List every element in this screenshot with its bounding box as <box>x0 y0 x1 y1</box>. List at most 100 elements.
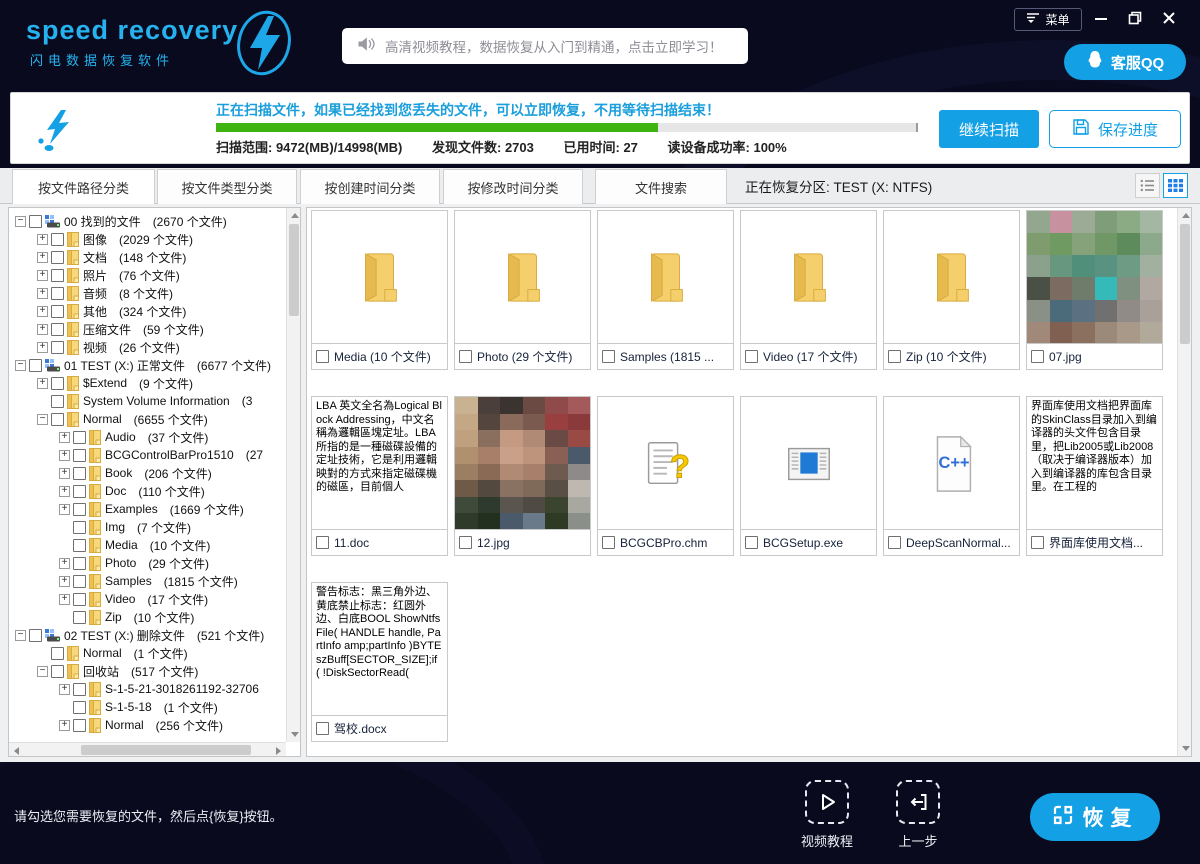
file-card[interactable]: Media (10 个文件) <box>311 210 448 370</box>
tree-item-checkbox[interactable] <box>73 701 86 714</box>
tree-expander-icon[interactable]: − <box>37 666 48 677</box>
file-checkbox[interactable] <box>888 536 901 549</box>
customer-service-qq-button[interactable]: 客服QQ <box>1064 44 1186 80</box>
save-progress-button[interactable]: 保存进度 <box>1049 110 1181 148</box>
tree-item-checkbox[interactable] <box>73 521 86 534</box>
tree-item[interactable]: + 音频 (8 个文件) <box>11 284 284 302</box>
tree-item[interactable]: + S-1-5-21-3018261192-32706 <box>11 680 284 698</box>
continue-scan-button[interactable]: 继续扫描 <box>939 110 1039 148</box>
tab-by-file-path[interactable]: 按文件路径分类 <box>12 169 155 205</box>
tree-item-checkbox[interactable] <box>51 395 64 408</box>
tree-expander-icon[interactable]: + <box>59 468 70 479</box>
tab-by-modify-time[interactable]: 按修改时间分类 <box>443 169 583 204</box>
tree-item-checkbox[interactable] <box>73 431 86 444</box>
tree-item[interactable]: S-1-5-18 (1 个文件) <box>11 698 284 716</box>
tree-item[interactable]: − Normal (6655 个文件) <box>11 410 284 428</box>
tree-item[interactable]: + 文档 (148 个文件) <box>11 248 284 266</box>
file-checkbox[interactable] <box>745 350 758 363</box>
file-checkbox[interactable] <box>745 536 758 549</box>
tree-horizontal-scrollbar[interactable] <box>9 742 286 756</box>
tree-item-checkbox[interactable] <box>51 341 64 354</box>
tree-item-checkbox[interactable] <box>73 611 86 624</box>
tree-item[interactable]: + Doc (110 个文件) <box>11 482 284 500</box>
tree-item-checkbox[interactable] <box>51 233 64 246</box>
tree-item[interactable]: Img (7 个文件) <box>11 518 284 536</box>
tree-item[interactable]: + 照片 (76 个文件) <box>11 266 284 284</box>
tree-item[interactable]: + Samples (1815 个文件) <box>11 572 284 590</box>
file-card[interactable]: BCGSetup.exe <box>740 396 877 556</box>
list-view-button[interactable] <box>1135 173 1160 198</box>
file-card[interactable]: 07.jpg <box>1026 210 1163 370</box>
tree-expander-icon[interactable]: + <box>59 594 70 605</box>
tree-item-checkbox[interactable] <box>51 305 64 318</box>
file-card[interactable]: Video (17 个文件) <box>740 210 877 370</box>
file-checkbox[interactable] <box>888 350 901 363</box>
tree-item[interactable]: + Examples (1669 个文件) <box>11 500 284 518</box>
file-card[interactable]: LBA 英文全名為Logical Block Addressing，中文名稱為邏… <box>311 396 448 556</box>
file-card[interactable]: C++ DeepScanNormal... <box>883 396 1020 556</box>
tree-expander-icon[interactable]: + <box>37 234 48 245</box>
tree-item[interactable]: + BCGControlBarPro1510 (27 <box>11 446 284 464</box>
tree-item[interactable]: + Video (17 个文件) <box>11 590 284 608</box>
tree-item[interactable]: + Photo (29 个文件) <box>11 554 284 572</box>
previous-step-button[interactable]: 上一步 <box>873 780 963 850</box>
tree-expander-icon[interactable]: + <box>37 306 48 317</box>
file-checkbox[interactable] <box>1031 350 1044 363</box>
tree-item[interactable]: System Volume Information (3 <box>11 392 284 410</box>
tree-item[interactable]: + Normal (256 个文件) <box>11 716 284 734</box>
tree-item-checkbox[interactable] <box>73 503 86 516</box>
file-card[interactable]: Samples (1815 ... <box>597 210 734 370</box>
tree-expander-icon[interactable]: − <box>15 216 26 227</box>
grid-vertical-scrollbar[interactable] <box>1177 208 1191 756</box>
tree-item-checkbox[interactable] <box>73 593 86 606</box>
tree-expander-icon[interactable]: + <box>59 432 70 443</box>
tree-item-checkbox[interactable] <box>29 215 42 228</box>
tree-item-checkbox[interactable] <box>51 413 64 426</box>
tree-expander-icon[interactable]: + <box>37 252 48 263</box>
tree-item-checkbox[interactable] <box>51 377 64 390</box>
recover-button[interactable]: 恢复 <box>1030 793 1160 841</box>
tree-expander-icon[interactable]: + <box>37 342 48 353</box>
notice-banner[interactable]: 高清视频教程，数据恢复从入门到精通，点击立即学习！ <box>342 28 748 64</box>
tree-item-checkbox[interactable] <box>73 683 86 696</box>
tree-item[interactable]: Zip (10 个文件) <box>11 608 284 626</box>
file-checkbox[interactable] <box>316 722 329 735</box>
file-card[interactable]: Zip (10 个文件) <box>883 210 1020 370</box>
file-card[interactable]: Photo (29 个文件) <box>454 210 591 370</box>
tree-expander-icon[interactable]: − <box>15 630 26 641</box>
file-card[interactable]: 界面库使用文档把界面库的SkinClass目录加入到编译器的头文件包含目录里，把… <box>1026 396 1163 556</box>
tree-expander-icon[interactable]: + <box>37 270 48 281</box>
minimize-button[interactable] <box>1088 6 1114 30</box>
tree-item-checkbox[interactable] <box>29 629 42 642</box>
tree-item-checkbox[interactable] <box>51 251 64 264</box>
tree-item[interactable]: + 其他 (324 个文件) <box>11 302 284 320</box>
tree-item-checkbox[interactable] <box>51 647 64 660</box>
file-checkbox[interactable] <box>316 536 329 549</box>
restore-button[interactable] <box>1122 6 1148 30</box>
tree-expander-icon[interactable]: + <box>37 378 48 389</box>
tree-item-checkbox[interactable] <box>73 485 86 498</box>
tree-item[interactable]: + $Extend (9 个文件) <box>11 374 284 392</box>
grid-view-button[interactable] <box>1163 173 1188 198</box>
tree-item-checkbox[interactable] <box>51 323 64 336</box>
tree-item[interactable]: − 回收站 (517 个文件) <box>11 662 284 680</box>
tree-item[interactable]: Normal (1 个文件) <box>11 644 284 662</box>
file-checkbox[interactable] <box>602 536 615 549</box>
tree-expander-icon[interactable]: − <box>37 414 48 425</box>
file-card[interactable]: 12.jpg <box>454 396 591 556</box>
file-checkbox[interactable] <box>459 536 472 549</box>
tree-expander-icon[interactable]: + <box>59 720 70 731</box>
tree-expander-icon[interactable]: + <box>59 684 70 695</box>
tree-expander-icon[interactable]: + <box>37 288 48 299</box>
tab-by-file-type[interactable]: 按文件类型分类 <box>157 169 297 204</box>
tree-item[interactable]: + 图像 (2029 个文件) <box>11 230 284 248</box>
tree-expander-icon[interactable]: + <box>37 324 48 335</box>
tree-item-checkbox[interactable] <box>29 359 42 372</box>
tree-expander-icon[interactable]: + <box>59 576 70 587</box>
tree-item-checkbox[interactable] <box>51 665 64 678</box>
tree-item[interactable]: + 视频 (26 个文件) <box>11 338 284 356</box>
tree-vertical-scrollbar[interactable] <box>286 208 300 742</box>
tree-item[interactable]: − 01 TEST (X:) 正常文件 (6677 个文件) <box>11 356 284 374</box>
tree-item-checkbox[interactable] <box>73 539 86 552</box>
file-checkbox[interactable] <box>1031 536 1044 549</box>
